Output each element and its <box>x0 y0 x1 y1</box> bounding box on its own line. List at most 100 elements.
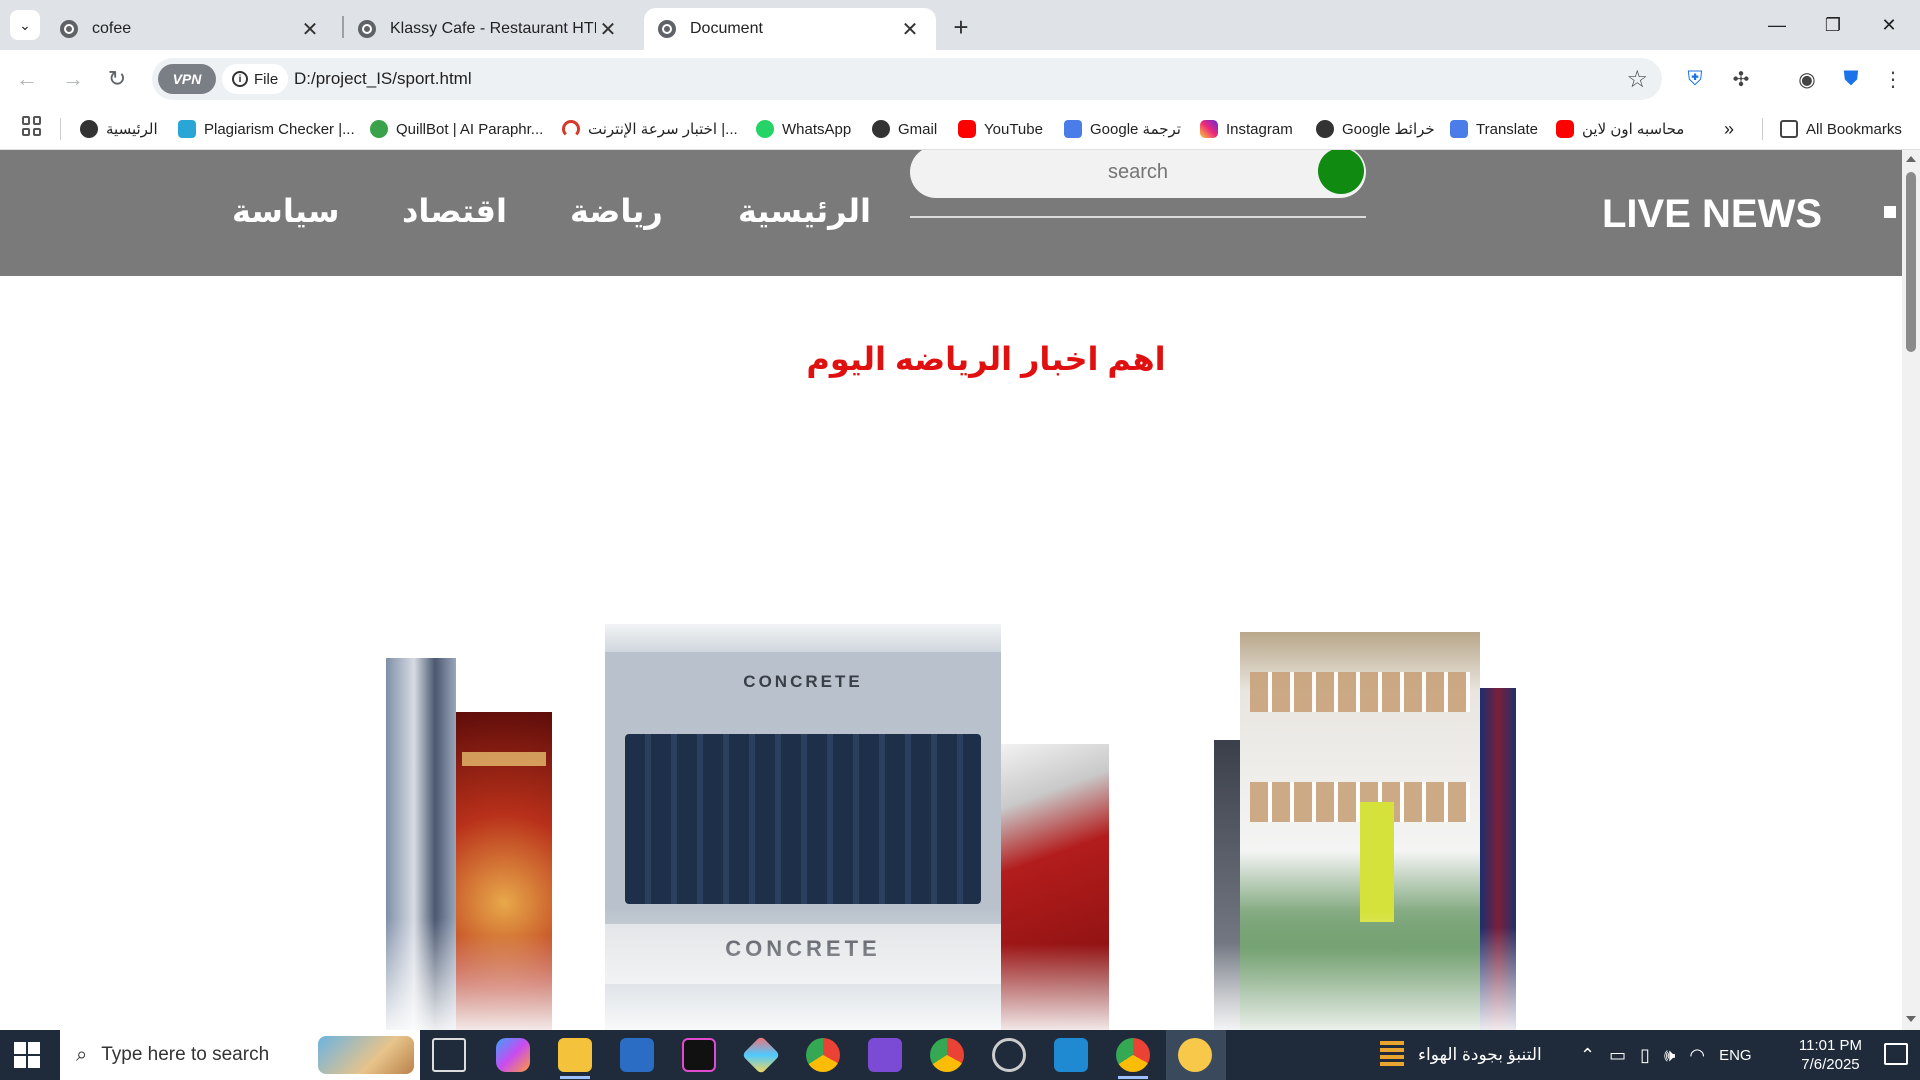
scroll-up-arrow-icon[interactable] <box>1906 156 1916 162</box>
bookmark-quillbot[interactable]: QuillBot | AI Paraphr... <box>370 118 543 140</box>
taskbar-search-box[interactable]: ⌕ Type here to search <box>60 1030 420 1080</box>
chrome-profile-icon[interactable] <box>806 1038 840 1072</box>
bookmark-speed-test[interactable]: اختبار سرعة الإنترنت |... <box>562 118 738 140</box>
chrome-icon[interactable] <box>1116 1038 1150 1072</box>
clock-date: 7/6/2025 <box>1801 1056 1860 1073</box>
nav-link-economy[interactable]: اقتصاد <box>402 192 507 230</box>
close-tab-icon[interactable]: ✕ <box>596 17 620 41</box>
bookmark-google-translate-ar[interactable]: Google ترجمة <box>1064 118 1181 140</box>
bookmark-gmail[interactable]: Gmail <box>872 118 937 140</box>
image-reflection <box>1240 910 1480 1030</box>
minimize-button[interactable]: — <box>1754 8 1800 42</box>
task-view-icon[interactable] <box>432 1038 466 1072</box>
visual-studio-icon[interactable] <box>868 1038 902 1072</box>
search-input[interactable] <box>910 150 1366 198</box>
nav-link-home[interactable]: الرئيسية <box>738 192 871 230</box>
bookmark-label: Translate <box>1476 120 1538 138</box>
language-indicator[interactable]: ENG <box>1719 1047 1752 1064</box>
more-bookmarks-chevron-icon[interactable]: » <box>1724 118 1734 140</box>
youtube-icon <box>958 120 976 138</box>
search-button[interactable] <box>1318 150 1364 194</box>
weather-widget[interactable]: التنبؤ بجودة الهواء <box>1380 1030 1542 1080</box>
vpn-badge[interactable]: VPN <box>158 64 216 94</box>
tab-document[interactable]: Document ✕ <box>644 8 936 50</box>
bookmark-plagiarism-checker[interactable]: Plagiarism Checker |... <box>178 118 355 140</box>
carousel-image-al-ahly[interactable] <box>1001 744 1109 1030</box>
menu-icon[interactable]: ⋮ <box>1878 64 1908 94</box>
close-tab-icon[interactable]: ✕ <box>298 17 322 41</box>
notifications-icon[interactable] <box>1884 1043 1908 1065</box>
volume-icon[interactable]: 🕪 <box>1664 1045 1675 1066</box>
bookmark-label: QuillBot | AI Paraphr... <box>396 120 544 138</box>
new-tab-button[interactable]: + <box>946 12 976 42</box>
url-text[interactable]: D:/project_IS/sport.html <box>294 69 472 89</box>
tab-klassy-cafe[interactable]: Klassy Cafe - Restaurant HTML ✕ <box>344 8 634 50</box>
close-window-button[interactable]: ✕ <box>1866 8 1912 42</box>
wifi-icon[interactable]: ◠ <box>1689 1045 1705 1066</box>
windows-start-icon[interactable] <box>14 1042 40 1068</box>
obs-icon[interactable] <box>992 1038 1026 1072</box>
nav-link-politics[interactable]: سياسة <box>232 192 339 230</box>
battery-icon[interactable]: ▭ <box>1609 1045 1626 1066</box>
nav-link-sports[interactable]: رياضة <box>570 192 663 230</box>
vpn-app-icon[interactable] <box>1178 1038 1212 1072</box>
bookmark-youtube[interactable]: YouTube <box>958 118 1043 140</box>
plagiarism-checker-icon <box>178 120 196 138</box>
image-top-band <box>605 624 1001 652</box>
shield-icon[interactable]: ⛊ <box>1836 64 1866 94</box>
site-info-chip[interactable]: i File <box>222 64 289 94</box>
globe-icon <box>658 20 676 38</box>
carousel-image-trophies[interactable] <box>456 712 552 1030</box>
extensions-icon[interactable]: ✣ <box>1726 64 1756 94</box>
close-tab-icon[interactable]: ✕ <box>898 17 922 41</box>
reload-button[interactable]: ↻ <box>100 62 134 96</box>
file-explorer-icon[interactable] <box>558 1038 592 1072</box>
site-brand[interactable]: LIVE NEWS <box>1602 192 1822 237</box>
system-clock[interactable]: 11:01 PM 7/6/2025 <box>1799 1036 1862 1074</box>
vscode-icon[interactable] <box>1054 1038 1088 1072</box>
scrollbar-thumb[interactable] <box>1906 172 1916 352</box>
menu-toggle-icon[interactable] <box>1884 206 1896 218</box>
bookmark-home[interactable]: الرئيسية <box>80 118 158 140</box>
bookmark-label: Google خرائط <box>1342 121 1435 138</box>
bookmark-google-maps[interactable]: Google خرائط <box>1316 118 1435 140</box>
copilot-icon[interactable] <box>496 1038 530 1072</box>
apps-grid-icon[interactable] <box>22 116 42 136</box>
bookmark-label: الرئيسية <box>106 121 158 138</box>
carousel-image-zamalek-team[interactable] <box>1240 632 1480 1030</box>
bookmark-whatsapp[interactable]: WhatsApp <box>756 118 851 140</box>
tab-title: Klassy Cafe - Restaurant HTML <box>390 20 596 37</box>
git-tool-icon[interactable] <box>741 1035 781 1075</box>
carousel-image-real-madrid[interactable] <box>386 658 456 1030</box>
profile-icon[interactable]: ◉ <box>1792 64 1822 94</box>
calculator-icon[interactable] <box>620 1038 654 1072</box>
tab-search-button[interactable]: ⌄ <box>10 10 40 40</box>
chevron-up-icon[interactable]: ⌃ <box>1580 1045 1595 1066</box>
page-scrollbar[interactable] <box>1902 150 1920 1030</box>
bookmark-label: اختبار سرعة الإنترنت |... <box>588 121 738 138</box>
carousel-image-side[interactable] <box>1214 740 1240 1030</box>
scroll-down-arrow-icon[interactable] <box>1906 1016 1916 1022</box>
address-bar[interactable]: VPN i File D:/project_IS/sport.html ☆ <box>152 58 1662 100</box>
page-headline: اهم اخبار الرياضه اليوم <box>806 341 1166 377</box>
restore-button[interactable]: ❐ <box>1810 8 1856 42</box>
carousel-image-team-photo-concrete[interactable]: CONCRETE CONCRETE <box>605 624 1001 1030</box>
bookmark-label: YouTube <box>984 120 1043 138</box>
bookmark-instagram[interactable]: Instagram <box>1200 118 1293 140</box>
image-reflection <box>1214 943 1240 1030</box>
back-button[interactable]: ← <box>10 62 44 96</box>
device-icon[interactable]: ▯ <box>1640 1045 1650 1066</box>
carousel-image-barcelona[interactable] <box>1480 688 1516 1030</box>
password-manager-icon[interactable]: ⛨ <box>1680 64 1710 94</box>
intellij-icon[interactable] <box>682 1038 716 1072</box>
chrome-icon[interactable] <box>930 1038 964 1072</box>
google-translate-icon <box>1450 120 1468 138</box>
all-bookmarks-button[interactable]: All Bookmarks <box>1780 118 1902 140</box>
bookmark-label: Instagram <box>1226 120 1293 138</box>
forward-button[interactable]: → <box>56 62 90 96</box>
globe-icon <box>60 20 78 38</box>
bookmark-translate[interactable]: Translate <box>1450 118 1538 140</box>
tab-cofee[interactable]: cofee ✕ <box>46 8 336 50</box>
bookmark-online-accounting[interactable]: محاسبه اون لاين <box>1556 118 1684 140</box>
bookmark-star-icon[interactable]: ☆ <box>1626 65 1648 94</box>
